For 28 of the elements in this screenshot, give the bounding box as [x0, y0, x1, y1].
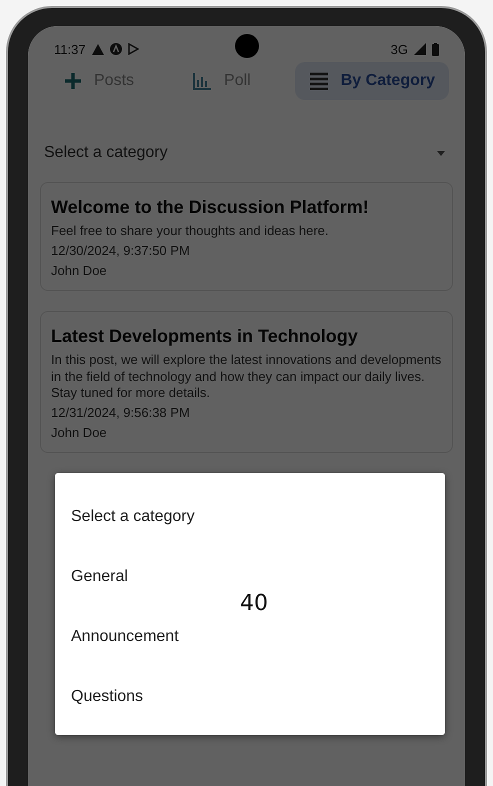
post-title: Welcome to the Discussion Platform! — [51, 197, 370, 218]
menu-option[interactable]: Select a category — [55, 487, 211, 547]
post-author: John Doe — [51, 262, 108, 280]
tab[interactable]: By Category — [294, 62, 449, 100]
status-time: 11:37 — [54, 42, 86, 56]
category-dropdown[interactable]: Select a category — [44, 136, 445, 170]
post-body: Feel free to share your thoughts and ideas here. — [51, 223, 330, 240]
post-date: 12/30/2024, 9:37:50 PM — [51, 242, 191, 260]
menu-option[interactable]: General — [55, 547, 144, 607]
post-title: Latest Developments in Technology — [51, 326, 359, 347]
menu-option[interactable]: Questions — [55, 667, 160, 727]
plus-icon — [64, 72, 82, 90]
menu-option[interactable]: Announcement — [55, 607, 195, 667]
post-date: 12/31/2024, 9:56:38 PM — [51, 405, 191, 422]
play-icon — [128, 43, 139, 55]
camera-icon — [234, 34, 258, 58]
post-author: John Doe — [51, 425, 108, 442]
battery-icon — [432, 42, 439, 56]
caret-icon — [437, 150, 445, 156]
post-card[interactable]: Welcome to the Discussion Platform! Feel free to share your thoughts and ideas here. 12/30/2024, 9:37:50 PM John Doe — [40, 182, 453, 291]
signal-icon — [414, 43, 426, 55]
circle-a-icon — [110, 43, 122, 55]
warning-icon — [92, 44, 104, 54]
list-icon — [308, 72, 329, 90]
network-type: 3G — [390, 42, 408, 56]
bar-chart-icon — [192, 72, 212, 90]
post-body: In this post, we will explore the latest innovations and developments in the field of technology and how they can impact our daily lives. Stay tuned for more details. — [51, 352, 442, 402]
overlay-number: 40 — [240, 591, 268, 616]
